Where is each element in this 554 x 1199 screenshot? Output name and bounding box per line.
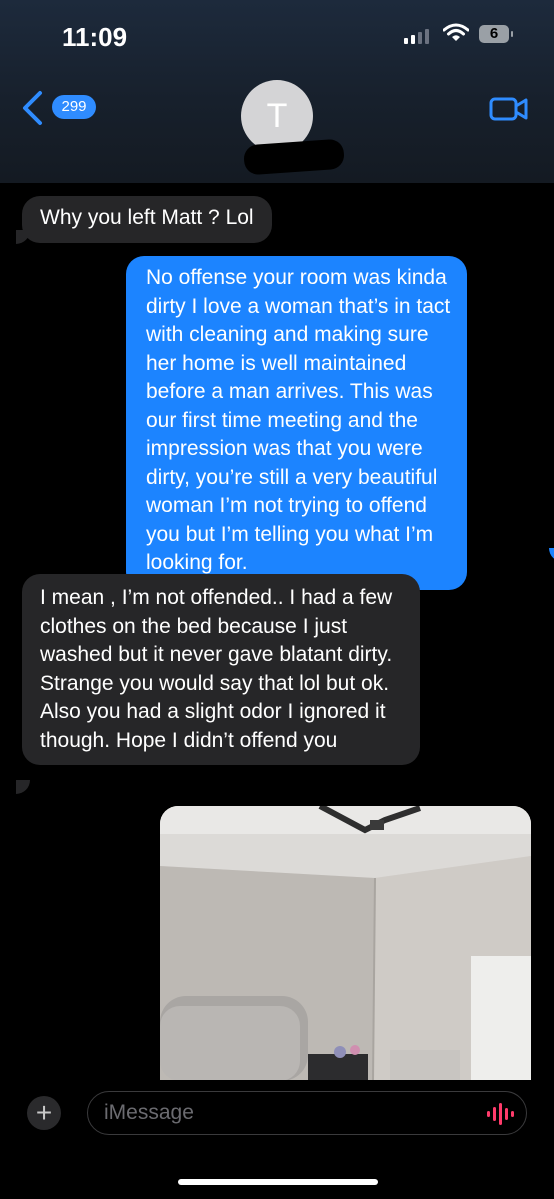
imessage-input[interactable] xyxy=(87,1091,527,1135)
message-bubble-outgoing[interactable]: No offense your room was kinda dirty I l… xyxy=(126,256,467,590)
battery-icon: 6 xyxy=(479,25,513,43)
status-time: 11:09 xyxy=(62,22,128,52)
unread-count-badge[interactable]: 299 xyxy=(52,95,96,119)
bubble-tail xyxy=(16,780,30,794)
bedroom-photo-attachment[interactable] xyxy=(160,806,531,1081)
plus-icon[interactable]: + xyxy=(27,1096,61,1130)
message-bubble-incoming[interactable]: I mean , I’m not offended.. I had a few … xyxy=(22,574,420,765)
back-chevron-icon[interactable] xyxy=(20,90,44,126)
bubble-tail xyxy=(549,548,554,562)
bubble-tail xyxy=(16,230,30,244)
signal-icon xyxy=(404,28,434,44)
wifi-icon xyxy=(443,23,469,41)
video-call-icon[interactable] xyxy=(489,96,529,122)
audio-waveform-icon[interactable] xyxy=(487,1103,515,1125)
message-bubble-incoming[interactable]: Why you left Matt ? Lol xyxy=(22,196,272,243)
home-indicator xyxy=(178,1179,378,1185)
